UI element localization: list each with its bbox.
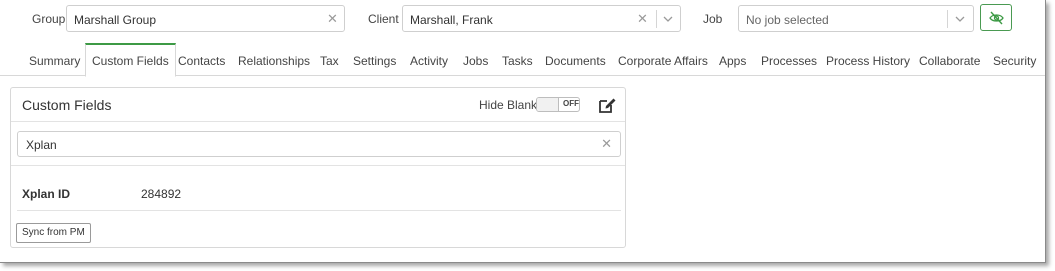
job-placeholder: No job selected [746, 13, 829, 27]
tab-tax[interactable]: Tax [320, 43, 339, 76]
edit-icon[interactable] [597, 95, 617, 115]
clear-search-icon[interactable]: ✕ [601, 136, 612, 152]
eye-slash-icon [989, 11, 1004, 25]
toggle-knob [537, 98, 559, 111]
sync-from-pm-button[interactable]: Sync from PM [16, 223, 91, 243]
group-select[interactable]: Marshall Group ✕ [66, 5, 345, 32]
client-label: Client [368, 12, 399, 26]
divider [11, 165, 625, 166]
client-select[interactable]: Marshall, Frank ✕ [402, 5, 681, 32]
tab-activity[interactable]: Activity [410, 43, 448, 76]
panel-title: Custom Fields [22, 97, 112, 113]
tab-bar: Summary Custom Fields Contacts Relations… [0, 43, 1045, 77]
selector-bar: Group Marshall Group ✕ Client Marshall, … [0, 0, 1045, 40]
tab-contacts[interactable]: Contacts [178, 43, 225, 76]
chevron-down-icon[interactable] [954, 14, 966, 24]
select-separator [656, 10, 657, 28]
field-label: Xplan ID [22, 187, 71, 201]
tab-apps[interactable]: Apps [719, 43, 746, 76]
select-separator [947, 10, 948, 28]
search-value: Xplan [26, 138, 57, 152]
tab-tasks[interactable]: Tasks [502, 43, 533, 76]
chevron-down-icon[interactable] [662, 14, 674, 24]
tab-summary[interactable]: Summary [29, 43, 80, 76]
client-value: Marshall, Frank [410, 13, 493, 27]
custom-field-search[interactable]: Xplan ✕ [17, 131, 621, 157]
tab-custom-fields[interactable]: Custom Fields [85, 43, 176, 77]
tab-corporate-affairs[interactable]: Corporate Affairs [618, 43, 708, 76]
job-select[interactable]: No job selected [738, 5, 974, 32]
tab-collaborate[interactable]: Collaborate [919, 43, 980, 76]
app-window: Group Marshall Group ✕ Client Marshall, … [0, 0, 1046, 263]
divider [17, 210, 621, 211]
job-label: Job [703, 12, 723, 26]
tab-process-history[interactable]: Process History [826, 43, 910, 76]
tab-relationships[interactable]: Relationships [238, 43, 310, 76]
tab-processes[interactable]: Processes [761, 43, 817, 76]
clear-group-icon[interactable]: ✕ [327, 11, 338, 27]
panel-header: Custom Fields Hide Blank OFF [11, 88, 625, 122]
custom-fields-panel: Custom Fields Hide Blank OFF Xplan ✕ Xpl… [10, 87, 626, 248]
tab-security[interactable]: Security [993, 43, 1036, 76]
clear-client-icon[interactable]: ✕ [637, 11, 648, 27]
hide-blank-toggle[interactable]: OFF [536, 97, 580, 112]
group-label: Group [32, 12, 66, 26]
field-value: 284892 [141, 187, 182, 201]
tab-jobs[interactable]: Jobs [463, 43, 488, 76]
group-value: Marshall Group [74, 13, 157, 27]
tab-documents[interactable]: Documents [545, 43, 606, 76]
hide-blank-label: Hide Blank [479, 98, 538, 112]
toggle-visibility-button[interactable] [980, 4, 1012, 31]
tab-settings[interactable]: Settings [353, 43, 396, 76]
toggle-state: OFF [563, 99, 579, 108]
